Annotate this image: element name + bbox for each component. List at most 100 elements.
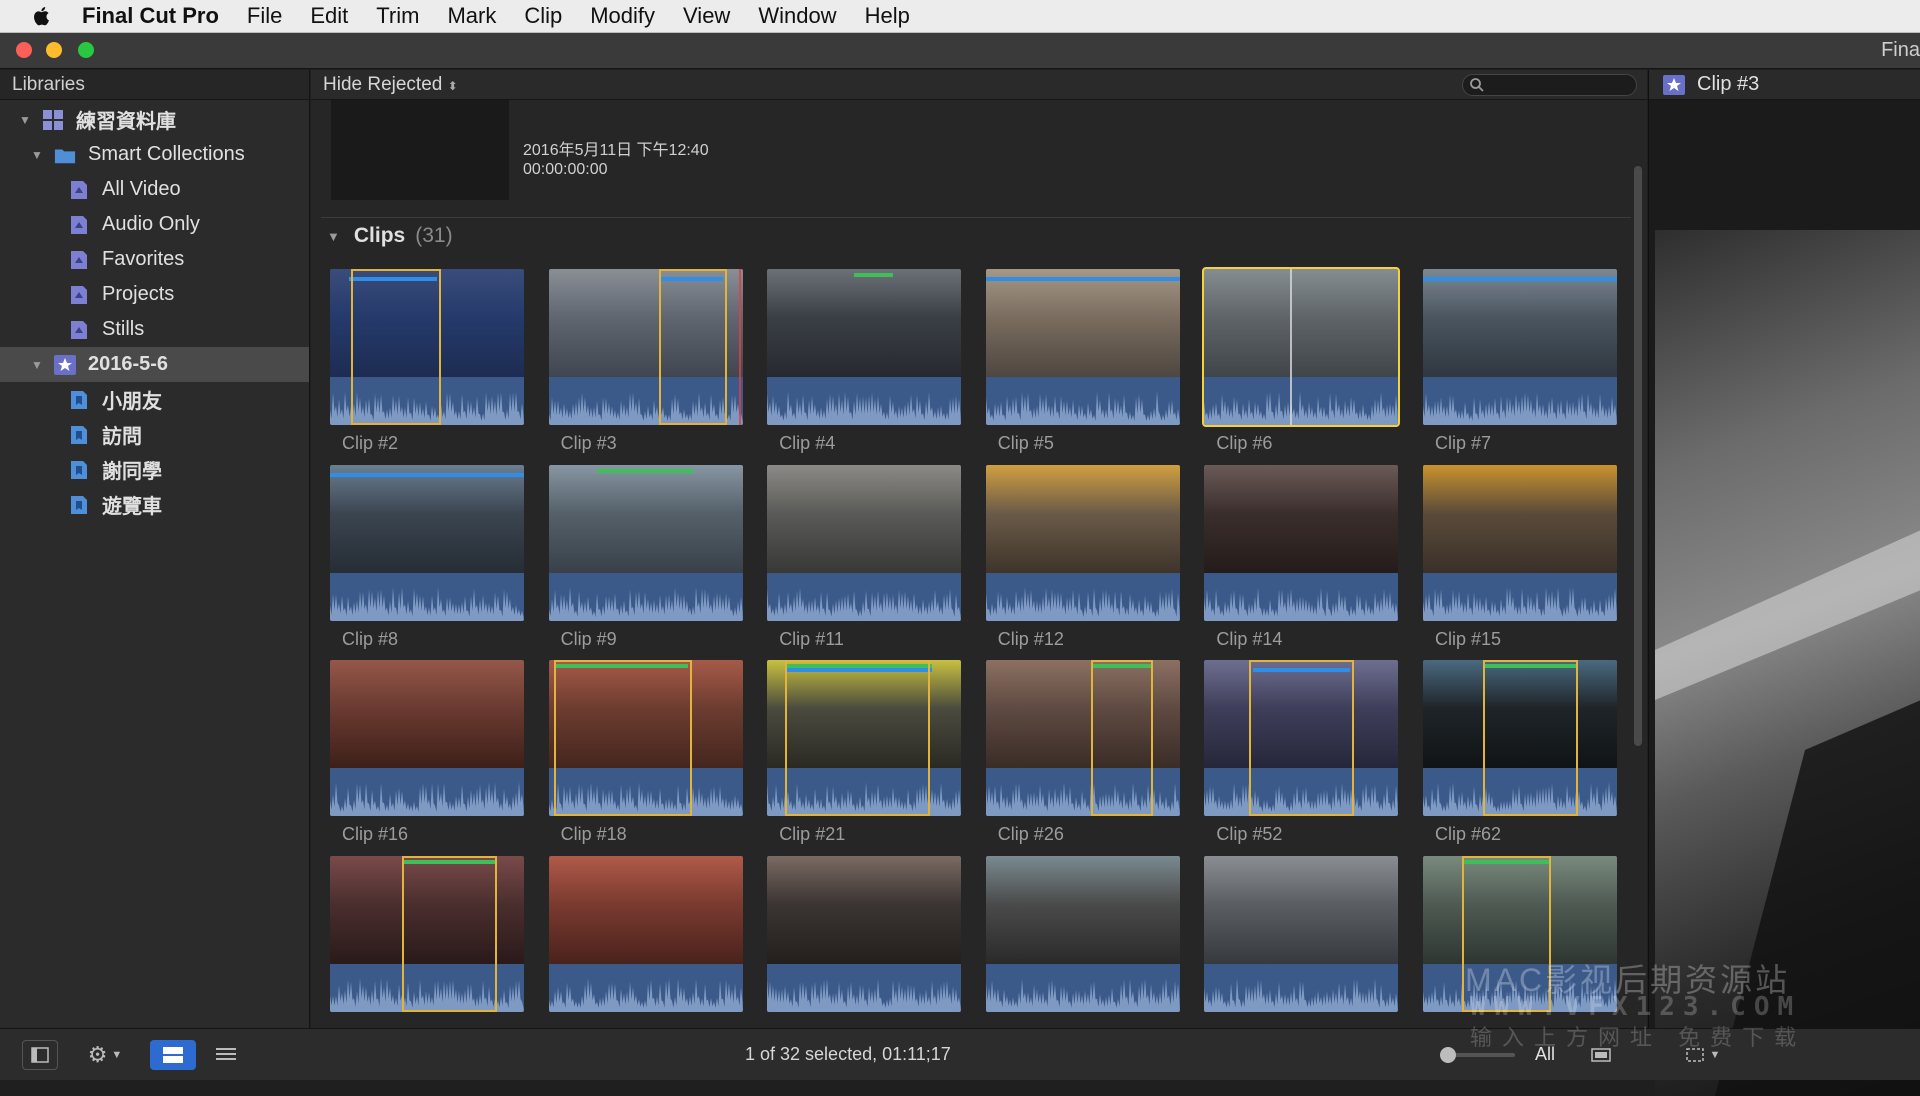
clip-thumbnail[interactable]: Clip #52	[1204, 660, 1399, 844]
menu-file[interactable]: File	[247, 3, 282, 29]
clip-filmstrip[interactable]	[1204, 464, 1399, 621]
clip-filmstrip[interactable]	[767, 269, 962, 425]
event-thumbnail[interactable]	[331, 100, 509, 200]
sidebar-item-projects[interactable]: Projects	[0, 277, 309, 312]
sidebar-item-keyword-3[interactable]: 謝同學	[0, 452, 309, 487]
menu-app-name[interactable]: Final Cut Pro	[82, 3, 219, 29]
disclosure-triangle-icon[interactable]: ▼	[18, 113, 32, 127]
clip-filmstrip[interactable]	[330, 269, 524, 425]
clip-filmstrip[interactable]	[548, 855, 743, 1012]
selection-status: 1 of 32 selected, 01:11;17	[745, 1044, 951, 1064]
selection-range[interactable]	[401, 855, 497, 1012]
sidebar-item-keyword-4[interactable]: 遊覽車	[0, 487, 309, 522]
sidebar-item-label: 謝同學	[102, 461, 162, 483]
clip-thumbnail[interactable]: Clip #11	[767, 464, 962, 649]
clip-thumbnail[interactable]	[548, 855, 743, 1012]
clip-thumbnail[interactable]: Clip #3	[548, 269, 743, 453]
selection-range[interactable]	[554, 660, 693, 816]
clip-thumbnail[interactable]: Clip #26	[985, 660, 1180, 844]
clip-thumbnail[interactable]: Clip #14	[1204, 464, 1399, 649]
clip-filmstrip[interactable]	[330, 855, 524, 1012]
keyword-bar	[1423, 277, 1617, 281]
disclosure-triangle-icon[interactable]: ▼	[30, 148, 44, 162]
clip-thumbnail[interactable]	[985, 855, 1180, 1012]
clip-zoom-knob[interactable]	[1440, 1047, 1456, 1063]
scrollbar[interactable]	[1634, 166, 1642, 746]
clip-name: Clip #26	[997, 824, 1064, 844]
clip-filmstrip[interactable]	[548, 269, 743, 425]
menu-clip[interactable]: Clip	[524, 3, 562, 29]
selection-range[interactable]	[351, 269, 441, 425]
clip-filmstrip[interactable]	[330, 660, 524, 816]
clip-thumbnail[interactable]: Clip #62	[1423, 660, 1617, 844]
sidebar-item-all-video[interactable]: All Video	[0, 172, 309, 207]
disclosure-triangle-icon[interactable]: ▼	[30, 358, 44, 372]
clip-thumbnail[interactable]: Clip #6	[1202, 267, 1401, 453]
clip-thumbnail[interactable]: Clip #5	[985, 269, 1180, 453]
sidebar-item-stills[interactable]: Stills	[0, 312, 309, 347]
menu-view[interactable]: View	[683, 3, 730, 29]
selection-range[interactable]	[1249, 660, 1354, 816]
clip-filmstrip[interactable]	[985, 855, 1180, 1012]
clip-thumbnail[interactable]: Clip #7	[1423, 269, 1617, 453]
clip-thumbnail[interactable]: Clip #16	[330, 660, 524, 844]
clip-filmstrip[interactable]	[548, 660, 743, 816]
zoom-window-button[interactable]	[78, 42, 94, 58]
search-input[interactable]	[1462, 74, 1637, 96]
selection-range[interactable]	[784, 660, 931, 816]
disclosure-triangle-icon[interactable]: ▼	[327, 229, 340, 244]
toggle-sidebar-button[interactable]	[22, 1040, 58, 1070]
sidebar-item-keyword-1[interactable]: 小朋友	[0, 382, 309, 417]
clip-filmstrip[interactable]	[1202, 267, 1401, 427]
clip-thumbnail[interactable]: Clip #15	[1423, 464, 1617, 649]
filmstrip-view-button[interactable]	[150, 1040, 196, 1070]
filter-popup[interactable]: Hide Rejected ⬍	[323, 74, 458, 96]
menu-window[interactable]: Window	[758, 3, 836, 29]
menu-trim[interactable]: Trim	[376, 3, 419, 29]
clip-filmstrip[interactable]	[548, 464, 743, 621]
clip-thumbnail[interactable]: Clip #2	[330, 269, 524, 453]
clip-thumbnail[interactable]: Clip #8	[330, 464, 524, 649]
list-view-button[interactable]	[206, 1040, 246, 1070]
menu-help[interactable]: Help	[865, 3, 910, 29]
menu-edit[interactable]: Edit	[310, 3, 348, 29]
sidebar-item-label: 訪問	[102, 426, 142, 448]
clip-filmstrip[interactable]	[1423, 269, 1617, 425]
minimize-window-button[interactable]	[46, 42, 62, 58]
clip-filmstrip[interactable]	[985, 269, 1180, 425]
selection-range[interactable]	[1090, 660, 1153, 816]
clip-thumbnail[interactable]	[330, 855, 524, 1012]
clip-filmstrip[interactable]	[1423, 464, 1617, 621]
clips-section-header[interactable]: ▼ Clips (31)	[327, 224, 453, 248]
action-menu-button[interactable]: ⚙ ▼	[78, 1040, 132, 1070]
clip-filmstrip[interactable]	[1204, 660, 1399, 816]
clip-thumbnail[interactable]: Clip #18	[548, 660, 743, 844]
selection-range[interactable]	[659, 269, 728, 425]
clip-thumbnail[interactable]: Clip #12	[985, 464, 1180, 649]
clip-filmstrip[interactable]	[767, 464, 962, 621]
menu-mark[interactable]: Mark	[447, 3, 496, 29]
clip-filmstrip[interactable]	[767, 855, 962, 1012]
clip-filmstrip[interactable]	[330, 464, 524, 621]
event-row[interactable]: ▼ 2016-5-6	[0, 347, 309, 382]
clip-thumbnail[interactable]: Clip #9	[548, 464, 743, 649]
clip-filmstrip[interactable]	[767, 660, 962, 816]
menu-modify[interactable]: Modify	[590, 3, 655, 29]
apple-icon[interactable]	[30, 4, 54, 28]
selection-range[interactable]	[1483, 660, 1579, 816]
clip-thumbnail[interactable]	[1204, 855, 1399, 1012]
clip-thumbnail[interactable]: Clip #4	[767, 269, 962, 453]
clip-filmstrip[interactable]	[1423, 660, 1617, 816]
close-window-button[interactable]	[16, 42, 32, 58]
smart-collections-row[interactable]: ▼ Smart Collections	[0, 137, 309, 172]
sidebar-item-keyword-2[interactable]: 訪問	[0, 417, 309, 452]
library-row[interactable]: ▼ 練習資料庫	[0, 102, 309, 137]
clip-thumbnail[interactable]: Clip #21	[767, 660, 962, 844]
clip-filmstrip[interactable]	[985, 464, 1180, 621]
clip-filmstrip[interactable]	[1204, 855, 1399, 1012]
sidebar-item-favorites[interactable]: Favorites	[0, 242, 309, 277]
clip-filmstrip[interactable]	[985, 660, 1180, 816]
sidebar-item-audio-only[interactable]: Audio Only	[0, 207, 309, 242]
playhead[interactable]	[1290, 269, 1293, 425]
clip-thumbnail[interactable]	[767, 855, 962, 1012]
